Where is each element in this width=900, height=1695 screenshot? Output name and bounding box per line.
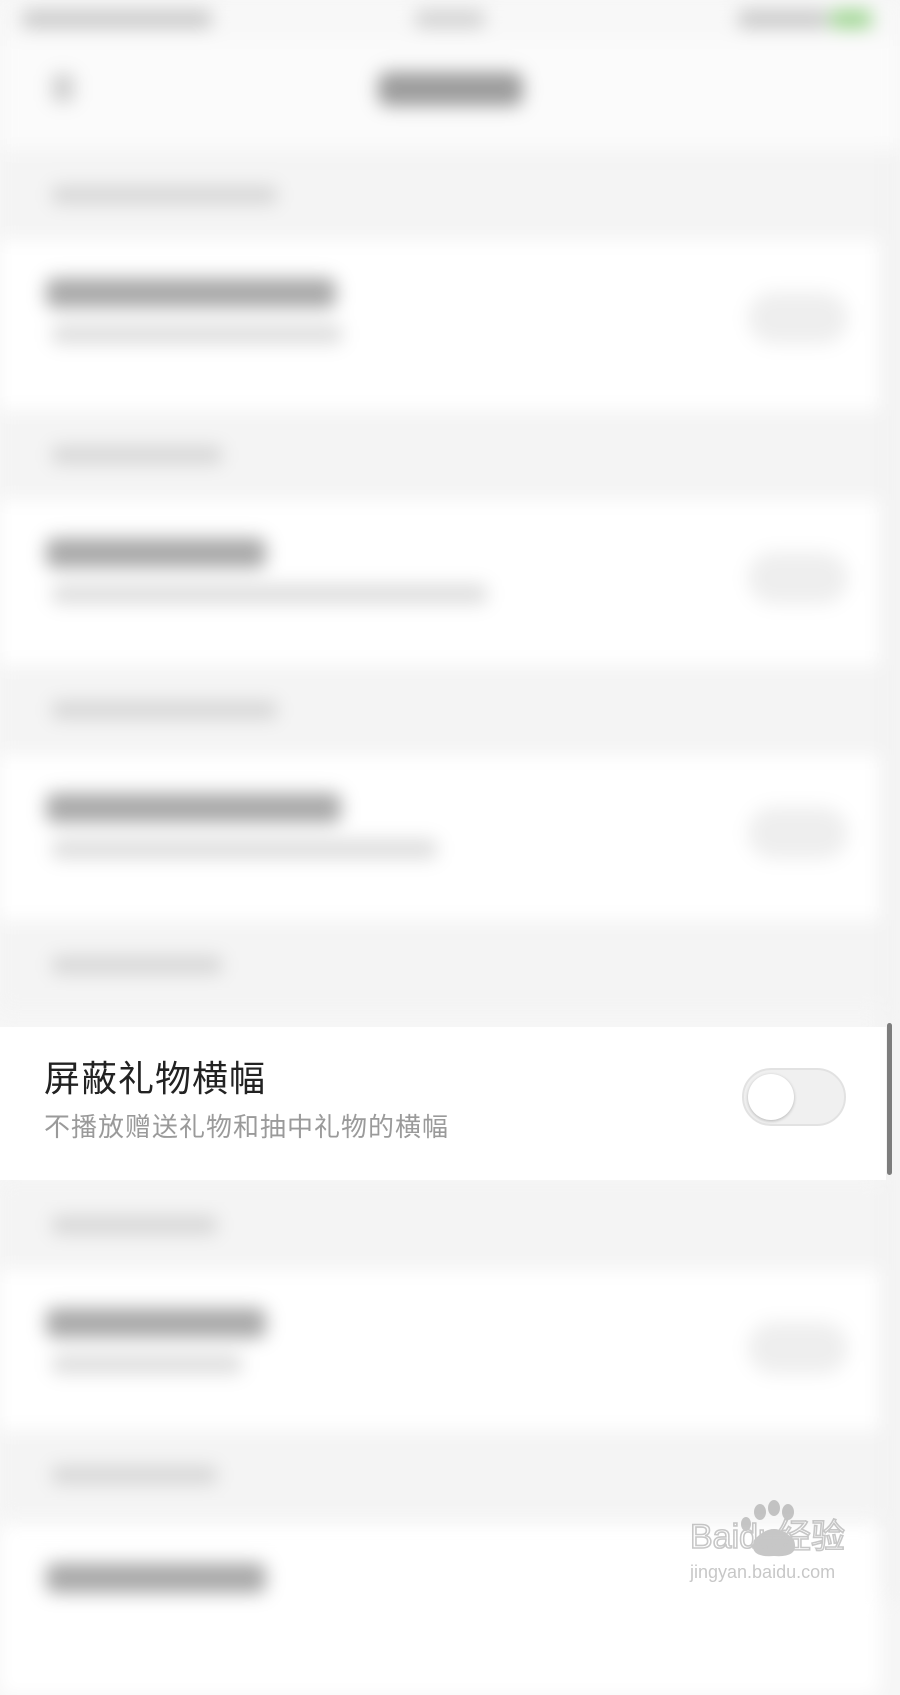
page-title (378, 72, 523, 106)
watermark-url: jingyan.baidu.com (689, 1562, 835, 1582)
section-header (0, 1180, 900, 1270)
scroll-track (880, 150, 900, 1600)
status-bar (0, 0, 900, 40)
section-header (0, 410, 900, 500)
setting-row-block-gift-banner[interactable]: 屏蔽礼物横幅 不播放赠送礼物和抽中礼物的横幅 (0, 1027, 886, 1180)
section-header (0, 920, 900, 1010)
toggle-switch[interactable] (748, 1322, 848, 1374)
scrollbar[interactable] (887, 1023, 892, 1175)
toggle-switch[interactable] (748, 807, 848, 859)
battery-icon (830, 10, 872, 28)
toggle-switch[interactable] (742, 1068, 846, 1126)
status-indicators (738, 10, 828, 28)
status-carrier (22, 10, 212, 28)
status-time (415, 10, 485, 28)
setting-row[interactable] (0, 755, 880, 925)
setting-row[interactable] (0, 1270, 880, 1440)
blurred-background (0, 0, 900, 1695)
watermark-logo-text: Baidu经验 (690, 1518, 845, 1556)
section-header (0, 665, 900, 755)
back-arrow-icon[interactable] (52, 74, 74, 102)
toggle-switch[interactable] (748, 552, 848, 604)
baidu-jingyan-watermark: Baidu经验 jingyan.baidu.com (689, 1500, 846, 1582)
toggle-knob (748, 1074, 794, 1120)
toggle-switch[interactable] (748, 292, 848, 344)
setting-row[interactable] (0, 240, 880, 410)
setting-subtitle: 不播放赠送礼物和抽中礼物的横幅 (44, 1113, 450, 1143)
nav-bar (0, 40, 900, 151)
section-header (0, 150, 900, 240)
setting-row[interactable] (0, 500, 880, 670)
setting-title: 屏蔽礼物横幅 (44, 1059, 267, 1100)
